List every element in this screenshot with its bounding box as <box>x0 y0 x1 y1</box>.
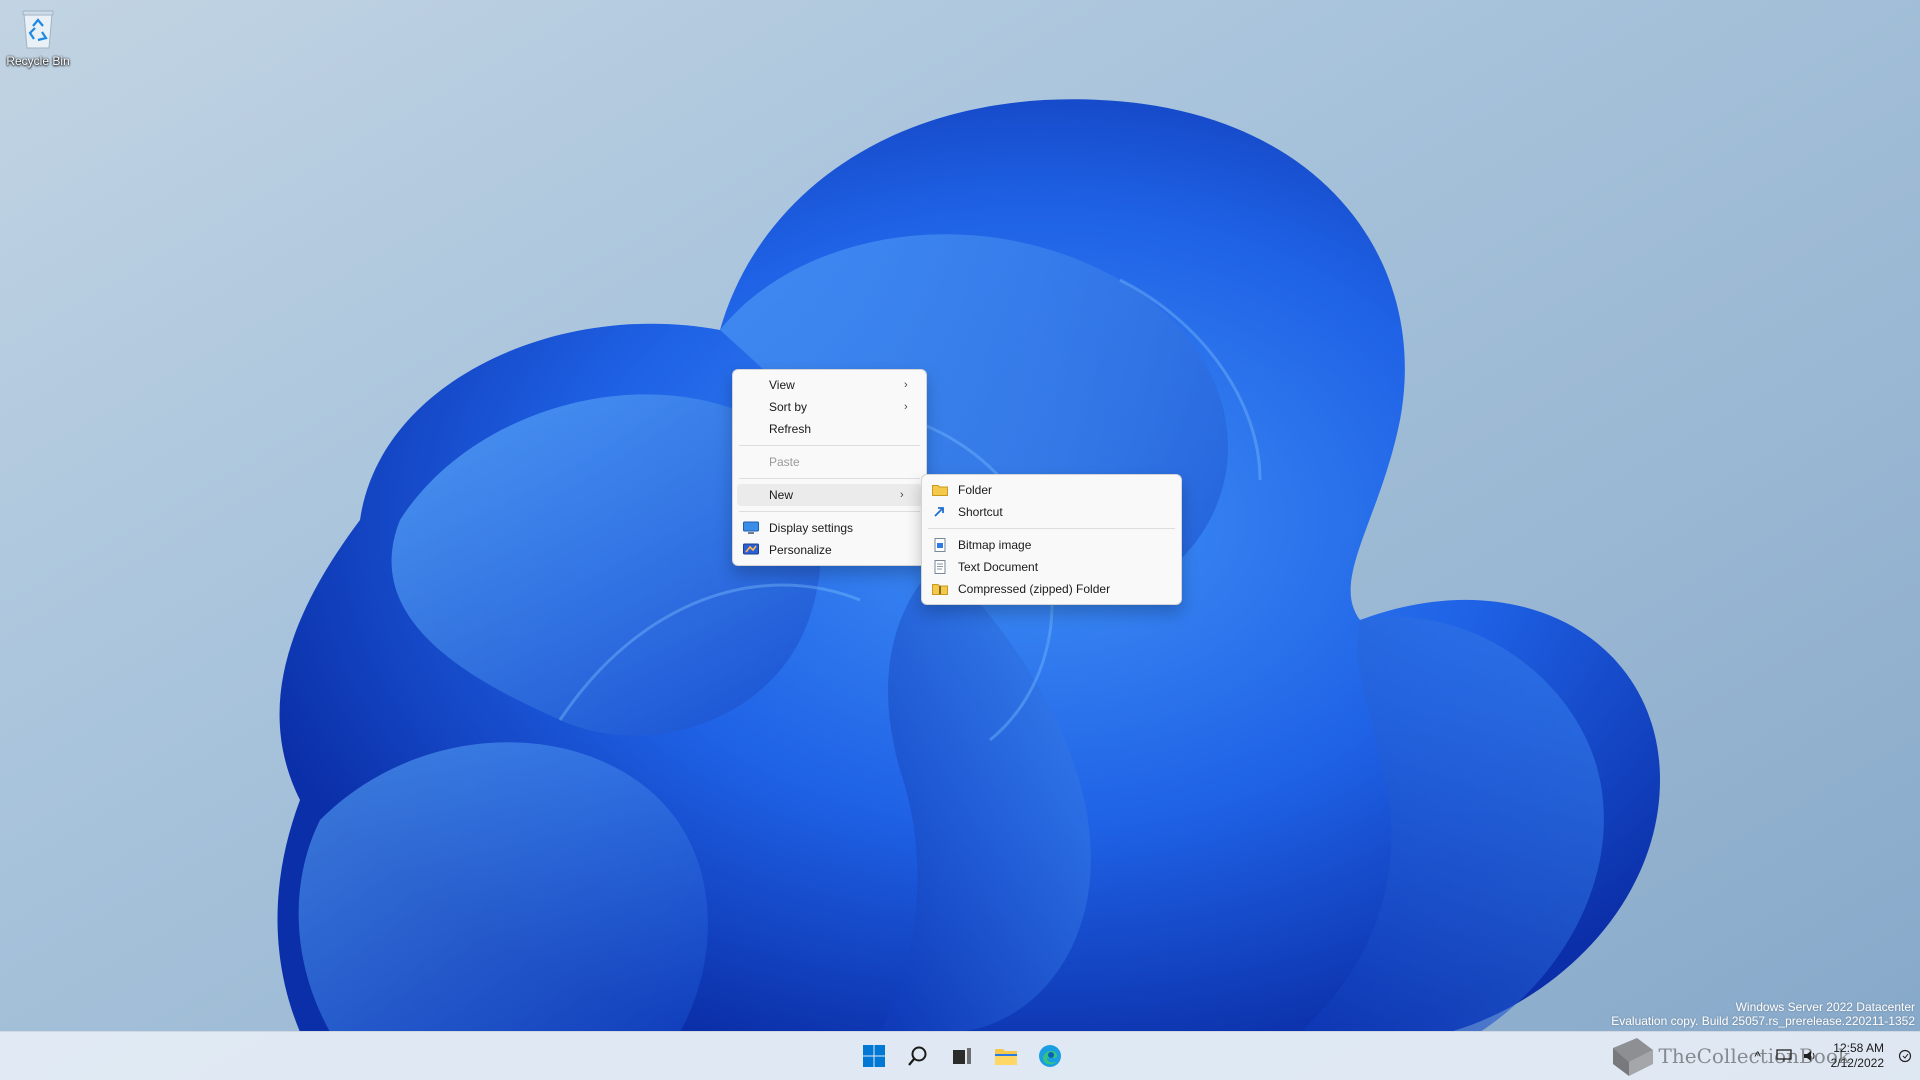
search-icon <box>908 1046 927 1066</box>
display-settings-icon <box>743 521 759 535</box>
file-explorer-icon <box>995 1049 1017 1065</box>
network-button[interactable] <box>1773 1045 1795 1067</box>
submenu-item-label: Bitmap image <box>958 538 1032 552</box>
menu-item-paste[interactable]: Paste <box>733 451 926 473</box>
personalize-icon <box>743 543 759 557</box>
submenu-item-bitmap-image[interactable]: Bitmap image <box>922 534 1181 556</box>
menu-divider <box>739 445 920 446</box>
clock-button[interactable]: 12:58 AM 2/12/2022 <box>1831 1041 1884 1071</box>
recycle-bin-shortcut[interactable]: Recycle Bin <box>4 8 72 68</box>
menu-divider <box>739 511 920 512</box>
bitmap-file-icon <box>932 538 948 552</box>
text-file-icon <box>932 560 948 574</box>
submenu-item-label: Folder <box>958 483 993 497</box>
menu-divider <box>739 478 920 479</box>
menu-item-label: Sort by <box>769 400 808 414</box>
submenu-item-zip-folder[interactable]: Compressed (zipped) Folder <box>922 578 1181 600</box>
notification-icon <box>1898 1049 1912 1063</box>
new-submenu: Folder Shortcut Bitmap image Text Docume… <box>921 474 1182 605</box>
menu-item-label: Paste <box>769 455 800 469</box>
menu-item-new[interactable]: New › <box>737 484 922 506</box>
menu-item-sort-by[interactable]: Sort by › <box>733 396 926 418</box>
menu-item-label: Personalize <box>769 543 832 557</box>
shortcut-icon <box>932 505 948 519</box>
taskbar: TheCollectionBook ^ 12:58 AM 2/12/2022 <box>0 1031 1920 1080</box>
edge-icon <box>1039 1045 1061 1067</box>
chevron-up-icon: ^ <box>1754 1048 1761 1064</box>
network-icon <box>1775 1049 1792 1062</box>
windows-logo-icon <box>863 1045 885 1067</box>
recycle-bin-icon <box>18 8 58 50</box>
recycle-bin-label: Recycle Bin <box>6 54 70 68</box>
menu-item-view[interactable]: View › <box>733 374 926 396</box>
search-button[interactable] <box>900 1038 936 1074</box>
menu-item-label: View <box>769 378 795 392</box>
edge-browser-button[interactable] <box>1032 1038 1068 1074</box>
folder-icon <box>932 483 948 497</box>
menu-item-refresh[interactable]: Refresh <box>733 418 926 440</box>
volume-icon <box>1803 1051 1815 1061</box>
zip-folder-icon <box>932 582 948 596</box>
watermark-edition: Windows Server 2022 Datacenter <box>1735 1000 1915 1014</box>
chevron-right-icon: › <box>904 401 908 413</box>
task-view-button[interactable] <box>944 1038 980 1074</box>
clock-time: 12:58 AM <box>1833 1041 1884 1055</box>
clock-date: 2/12/2022 <box>1830 1056 1884 1070</box>
menu-divider <box>928 528 1175 529</box>
system-tray: ^ 12:58 AM 2/12/2022 <box>1747 1032 1920 1080</box>
submenu-item-label: Shortcut <box>958 505 1003 519</box>
submenu-item-text-document[interactable]: Text Document <box>922 556 1181 578</box>
menu-item-label: Display settings <box>769 521 854 535</box>
menu-item-display-settings[interactable]: Display settings <box>733 517 926 539</box>
notifications-button[interactable] <box>1894 1045 1916 1067</box>
evaluation-watermark: Windows Server 2022 Datacenter Evaluatio… <box>1611 1000 1915 1028</box>
volume-button[interactable] <box>1799 1045 1821 1067</box>
menu-item-personalize[interactable]: Personalize <box>733 539 926 561</box>
submenu-item-label: Compressed (zipped) Folder <box>958 582 1111 596</box>
menu-item-label: Refresh <box>769 422 812 436</box>
taskbar-apps <box>856 1038 1068 1074</box>
task-view-icon <box>953 1048 971 1064</box>
desktop-context-menu: View › Sort by › Refresh Paste New › Dis… <box>732 369 927 566</box>
submenu-item-folder[interactable]: Folder <box>922 479 1181 501</box>
chevron-right-icon: › <box>904 379 908 391</box>
file-explorer-button[interactable] <box>988 1038 1024 1074</box>
watermark-build: Evaluation copy. Build 25057.rs_prerelea… <box>1611 1014 1915 1028</box>
book-icon <box>1612 1038 1653 1076</box>
submenu-item-label: Text Document <box>958 560 1039 574</box>
chevron-right-icon: › <box>900 489 904 501</box>
submenu-item-shortcut[interactable]: Shortcut <box>922 501 1181 523</box>
start-button[interactable] <box>856 1038 892 1074</box>
show-hidden-icons-button[interactable]: ^ <box>1747 1045 1769 1067</box>
menu-item-label: New <box>769 488 794 502</box>
